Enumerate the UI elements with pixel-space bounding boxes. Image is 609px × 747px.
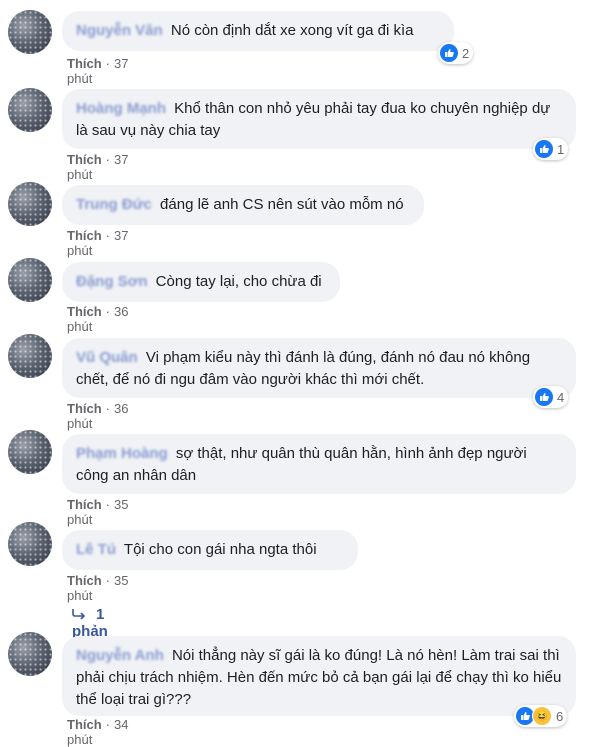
like-link[interactable]: Thích (67, 152, 102, 167)
like-link[interactable]: Thích (67, 228, 102, 243)
comment-meta: Thích · 37 phút (67, 152, 129, 182)
avatar[interactable] (8, 522, 52, 566)
like-link[interactable]: Thích (67, 304, 102, 319)
like-link[interactable]: Thích (67, 56, 102, 71)
like-link[interactable]: Thích (67, 401, 102, 416)
comment-author[interactable]: Lê Tú (76, 541, 116, 558)
comment-text: Vi phạm kiểu này thì đánh là đúng, đánh … (76, 349, 531, 388)
comment-text: Nó còn định dắt xe xong vít ga đi kìa (170, 22, 414, 39)
comment-bubble: Vũ Quân Vi phạm kiểu này thì đánh là đún… (62, 338, 576, 398)
comment-bubble: Lê Tú Tội cho con gái nha ngta thôi (62, 530, 358, 570)
reaction-count[interactable]: 😆 6 (514, 705, 568, 727)
avatar[interactable] (8, 334, 52, 378)
comment-author[interactable]: Trung Đức (76, 196, 152, 213)
comment-bubble: Hoàng Mạnh Khổ thân con nhỏ yêu phải tay… (62, 89, 576, 149)
reaction-count[interactable]: 4 (533, 386, 569, 408)
comment-bubble: Trung Đức đáng lẽ anh CS nên sút vào mỗm… (62, 185, 424, 225)
comment-author[interactable]: Nguyễn Văn (76, 22, 163, 39)
comment-bubble: Đặng Sơn Còng tay lại, cho chừa đi (62, 262, 340, 302)
avatar[interactable] (8, 430, 52, 474)
avatar[interactable] (8, 10, 52, 54)
like-link[interactable]: Thích (67, 573, 102, 588)
comment-meta: Thích · 35 phút (67, 573, 129, 603)
comment-meta: Thích · 36 phút (67, 304, 129, 334)
comment-meta: Thích · 35 phút (67, 497, 129, 527)
comment-text: Còng tay lại, cho chừa đi (155, 273, 322, 290)
avatar[interactable] (8, 258, 52, 302)
like-icon (440, 44, 458, 62)
haha-icon: 😆 (532, 706, 552, 726)
comment-author[interactable]: Phạm Hoàng (76, 445, 168, 462)
comment-bubble: Nguyễn Anh Nói thẳng này sĩ gái là ko đú… (62, 636, 576, 716)
comment-meta: Thích · 37 phút (67, 56, 129, 86)
like-link[interactable]: Thích (67, 717, 102, 732)
comment-text: đáng lẽ anh CS nên sút vào mỗm nó (160, 196, 404, 213)
reply-arrow-icon (72, 609, 86, 620)
comment-author[interactable]: Nguyễn Anh (76, 647, 164, 664)
comment-bubble: Phạm Hoàng sợ thật, như quân thù quân hằ… (62, 434, 576, 494)
avatar[interactable] (8, 182, 52, 226)
reaction-count[interactable]: 1 (533, 138, 569, 160)
like-link[interactable]: Thích (67, 497, 102, 512)
comment-author[interactable]: Đặng Sơn (76, 273, 148, 290)
avatar[interactable] (8, 632, 52, 676)
avatar[interactable] (8, 88, 52, 132)
comment-author[interactable]: Vũ Quân (76, 349, 138, 366)
reaction-count[interactable]: 2 (438, 42, 474, 64)
comment-meta: Thích · 34 phút (67, 717, 129, 747)
comment-meta: Thích · 37 phút (67, 228, 129, 258)
comment-author[interactable]: Hoàng Mạnh (76, 100, 166, 117)
like-icon (535, 140, 553, 158)
comment-meta: Thích · 36 phút (67, 401, 129, 431)
like-icon (535, 388, 553, 406)
comment-text: Tội cho con gái nha ngta thôi (123, 541, 317, 558)
comment-bubble: Nguyễn Văn Nó còn định dắt xe xong vít g… (62, 11, 454, 51)
